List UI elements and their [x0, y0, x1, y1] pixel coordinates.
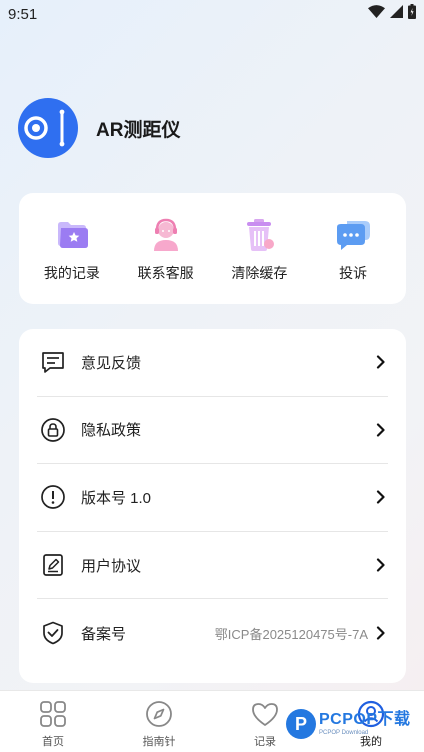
- watermark-text: PCPOP下载: [319, 711, 411, 728]
- settings-menu: 意见反馈 隐私政策 版本号 1.0 用户协议 备案号 鄂ICP备20251204…: [19, 329, 406, 683]
- quick-action-clear-cache[interactable]: 清除缓存: [214, 215, 304, 283]
- chevron-right-icon: [374, 558, 388, 572]
- quick-action-my-records[interactable]: 我的记录: [27, 215, 117, 283]
- watermark-logo: P PCPOP下载 PCPOP Download: [286, 704, 411, 744]
- menu-item-privacy[interactable]: 隐私政策: [37, 397, 388, 465]
- feedback-icon: [39, 348, 67, 376]
- menu-item-user-agreement[interactable]: 用户协议: [37, 532, 388, 600]
- status-icons: [368, 4, 416, 24]
- watermark-text-group: PCPOP下载 PCPOP Download: [319, 711, 411, 737]
- chat-bubble-icon: [333, 215, 373, 255]
- menu-item-label: 意见反馈: [81, 354, 142, 372]
- watermark-subtext: PCPOP Download: [319, 730, 369, 736]
- quick-action-contact-service[interactable]: 联系客服: [121, 215, 211, 283]
- quick-action-label: 我的记录: [43, 264, 100, 281]
- nav-label: 记录: [254, 736, 276, 748]
- menu-item-feedback[interactable]: 意见反馈: [37, 329, 388, 397]
- chevron-right-icon: [374, 423, 388, 437]
- status-bar: 9:51: [0, 0, 424, 28]
- customer-service-icon: [146, 215, 186, 255]
- wifi-icon: [368, 5, 385, 23]
- compass-icon: [144, 699, 174, 729]
- menu-item-version[interactable]: 版本号 1.0: [37, 464, 388, 532]
- signal-icon: [390, 5, 403, 23]
- chevron-right-icon: [374, 626, 388, 640]
- quick-actions-card: 我的记录 联系客服 清除缓存 投诉: [19, 193, 406, 304]
- menu-item-label: 隐私政策: [81, 422, 142, 440]
- quick-action-label: 投诉: [339, 264, 368, 281]
- chevron-right-icon: [374, 490, 388, 505]
- grid-icon: [38, 699, 68, 729]
- nav-home[interactable]: 首页: [13, 691, 93, 749]
- nav-compass[interactable]: 指南针: [119, 691, 199, 749]
- menu-item-label: 用户协议: [81, 557, 142, 575]
- menu-item-icp-record[interactable]: 备案号 鄂ICP备2025120475号-7A: [37, 599, 388, 667]
- watermark-badge: P: [286, 709, 316, 739]
- info-icon: [39, 483, 67, 511]
- menu-item-label: 备案号: [81, 625, 127, 643]
- folder-star-icon: [52, 215, 92, 255]
- quick-action-label: 联系客服: [137, 264, 194, 281]
- shield-check-icon: [39, 619, 67, 647]
- nav-label: 指南针: [142, 736, 176, 748]
- document-edit-icon: [39, 551, 67, 579]
- menu-item-label: 版本号 1.0: [81, 489, 152, 507]
- heart-icon: [250, 699, 280, 729]
- quick-action-complaint[interactable]: 投诉: [308, 215, 398, 283]
- status-time: 9:51: [8, 5, 38, 23]
- quick-action-label: 清除缓存: [231, 264, 288, 281]
- icp-record-value: 鄂ICP备2025120475号-7A: [214, 626, 368, 642]
- trash-icon: [239, 215, 279, 255]
- app-header: AR测距仪: [18, 98, 180, 158]
- battery-icon: [408, 4, 416, 24]
- chevron-right-icon: [374, 355, 388, 369]
- app-logo: [18, 98, 78, 158]
- app-title: AR测距仪: [96, 119, 181, 141]
- lock-icon: [39, 416, 67, 444]
- nav-label: 首页: [42, 736, 64, 748]
